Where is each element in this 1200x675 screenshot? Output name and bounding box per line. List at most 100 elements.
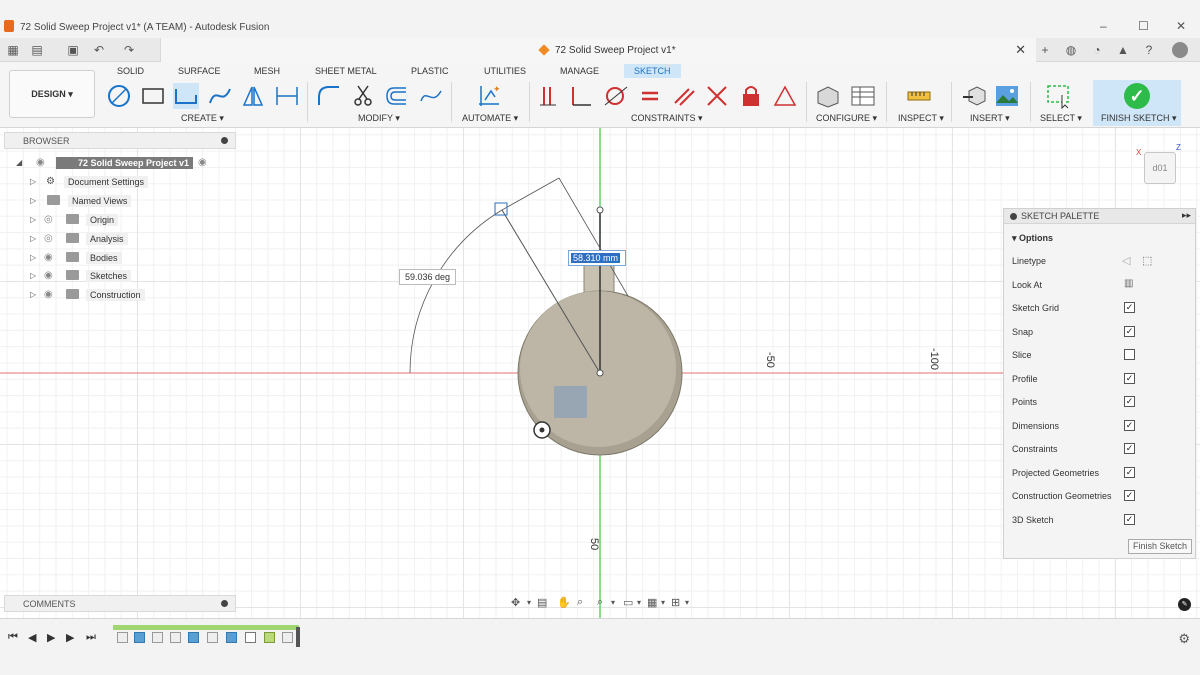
tab-plastic[interactable]: PLASTIC	[411, 66, 449, 76]
viewcube[interactable]: d01	[1144, 152, 1176, 184]
sketch-scale-tool[interactable]	[418, 83, 444, 109]
workspace-design-button[interactable]: DESIGN ▾	[9, 70, 95, 118]
file-icon[interactable]: ▤	[30, 43, 44, 57]
timeline-marker[interactable]	[296, 627, 300, 647]
go-to-end-icon[interactable]: ⏭	[86, 631, 96, 644]
visibility-eye-icon[interactable]: ◉	[36, 157, 48, 168]
automate-tool[interactable]: ✦	[476, 83, 502, 109]
finish-sketch-check-icon[interactable]: ✓	[1124, 83, 1150, 109]
select-tool[interactable]	[1046, 83, 1072, 110]
redo-icon[interactable]: ↷	[122, 43, 136, 57]
configure-group-label[interactable]: CONFIGURE ▾	[816, 113, 877, 124]
hidden-eye-icon[interactable]: ◎	[44, 233, 56, 244]
line-tool[interactable]	[173, 83, 199, 109]
expand-icon[interactable]: ▷	[30, 234, 36, 243]
browser-item-construction[interactable]: ▷ ◉ Construction	[30, 287, 210, 303]
browser-header[interactable]: BROWSER	[4, 132, 236, 149]
construction-geometries-checkbox[interactable]: ✓	[1124, 490, 1135, 501]
finish-sketch-button[interactable]: Finish Sketch	[1128, 539, 1192, 554]
active-radio-icon[interactable]: ◉	[198, 157, 210, 168]
comments-toggle-icon[interactable]	[221, 600, 228, 607]
insert-derive-tool[interactable]	[961, 83, 987, 109]
visibility-eye-icon[interactable]: ◉	[44, 270, 56, 281]
timeline-extrude-feature[interactable]	[134, 632, 145, 643]
browser-item-bodies[interactable]: ▷ ◉ Bodies	[30, 250, 210, 266]
save-icon[interactable]: ▣	[66, 43, 80, 57]
symmetry-constraint[interactable]	[772, 83, 798, 109]
app-grid-icon[interactable]: ▦	[6, 43, 20, 57]
timeline-track[interactable]	[113, 625, 299, 630]
equal-constraint[interactable]	[637, 83, 663, 109]
timeline-sketch-feature[interactable]	[170, 632, 181, 643]
perpendicular-constraint[interactable]	[569, 83, 595, 109]
chevron-down-icon[interactable]: ▾	[661, 598, 665, 607]
measure-tool[interactable]	[906, 83, 932, 109]
timeline-extrude-feature[interactable]	[226, 632, 237, 643]
timeline-extrude-feature[interactable]	[188, 632, 199, 643]
3d-sketch-checkbox[interactable]: ✓	[1124, 514, 1135, 525]
mirror-tool[interactable]	[240, 83, 266, 109]
chevron-down-icon[interactable]: ▾	[527, 598, 531, 607]
insert-group-label[interactable]: INSERT ▾	[970, 113, 1010, 124]
zoom-icon[interactable]: ⌕	[577, 596, 583, 609]
timeline-sketch-feature[interactable]	[152, 632, 163, 643]
tab-sheet-metal[interactable]: SHEET METAL	[315, 66, 377, 76]
slice-checkbox[interactable]	[1124, 349, 1135, 360]
expand-icon[interactable]: ▷	[30, 253, 36, 262]
offset-tool[interactable]	[384, 83, 410, 109]
palette-pin-icon[interactable]	[1010, 213, 1017, 220]
dimensions-checkbox[interactable]: ✓	[1124, 420, 1135, 431]
play-icon[interactable]: ▶	[47, 631, 55, 644]
step-forward-icon[interactable]: ▶	[66, 631, 74, 644]
new-tab-icon[interactable]: +	[1038, 43, 1052, 57]
visibility-eye-icon[interactable]: ◉	[44, 252, 56, 263]
step-back-icon[interactable]: ◀	[28, 631, 36, 644]
zoom-window-icon[interactable]: ⌕	[597, 596, 603, 609]
notifications-icon[interactable]: ▲	[1116, 43, 1130, 57]
construction-linetype-icon[interactable]: ◁	[1122, 254, 1130, 267]
chevron-down-icon[interactable]: ▾	[685, 598, 689, 607]
configure-table-tool[interactable]	[850, 83, 876, 109]
angle-dimension-label[interactable]: 59.036 deg	[399, 269, 457, 285]
grid-settings-icon[interactable]: ▦	[647, 596, 657, 609]
maximize-button[interactable]: ☐	[1138, 19, 1149, 33]
length-dimension-value[interactable]: 58.310 mm	[571, 253, 621, 263]
minimize-button[interactable]: –	[1100, 19, 1107, 33]
dimension-tool[interactable]	[274, 83, 300, 109]
tab-surface[interactable]: SURFACE	[178, 66, 221, 76]
spline-tool[interactable]	[207, 83, 233, 109]
tab-utilities[interactable]: UTILITIES	[484, 66, 526, 76]
chevron-down-icon[interactable]: ▾	[611, 598, 615, 607]
points-checkbox[interactable]: ✓	[1124, 396, 1135, 407]
tangent-constraint[interactable]	[603, 83, 629, 109]
browser-item-named-views[interactable]: ▷ Named Views	[30, 193, 210, 209]
browser-item-origin[interactable]: ▷ ◎ Origin	[30, 212, 210, 228]
expand-arrows-icon[interactable]: ▸▸	[1182, 210, 1191, 221]
display-settings-icon[interactable]: ▭	[623, 596, 633, 609]
insert-canvas-tool[interactable]	[994, 83, 1020, 109]
fillet-tool[interactable]	[316, 83, 342, 109]
create-group-label[interactable]: CREATE ▾	[181, 113, 224, 124]
sketch-palette-header[interactable]: SKETCH PALETTE ▸▸	[1004, 209, 1195, 224]
timeline-sketch-feature[interactable]	[207, 632, 218, 643]
timeline-sweep-feature[interactable]	[264, 632, 275, 643]
options-section-header[interactable]: ▾ Options	[1012, 233, 1053, 244]
tab-solid[interactable]: SOLID	[117, 66, 144, 76]
finish-sketch-label[interactable]: FINISH SKETCH ▾	[1101, 113, 1177, 124]
timeline-sketch-feature[interactable]	[282, 632, 293, 643]
extensions-icon[interactable]: ◍	[1064, 43, 1078, 57]
automate-group-label[interactable]: AUTOMATE ▾	[462, 113, 518, 124]
close-tab-icon[interactable]: ✕	[1015, 42, 1026, 58]
chevron-down-icon[interactable]: ▾	[637, 598, 641, 607]
job-status-icon[interactable]: ◔	[1090, 43, 1104, 57]
snap-checkbox[interactable]: ✓	[1124, 326, 1135, 337]
circle-tool[interactable]	[106, 83, 132, 109]
visibility-eye-icon[interactable]: ◉	[44, 289, 56, 300]
user-avatar[interactable]	[1172, 42, 1188, 58]
timeline-sketch-feature[interactable]	[117, 632, 128, 643]
configure-tool[interactable]	[815, 83, 841, 109]
modify-group-label[interactable]: MODIFY ▾	[358, 113, 400, 124]
expand-icon[interactable]: ▷	[30, 271, 36, 280]
help-icon[interactable]: ?	[1142, 43, 1156, 57]
coincident-constraint[interactable]	[536, 83, 562, 109]
